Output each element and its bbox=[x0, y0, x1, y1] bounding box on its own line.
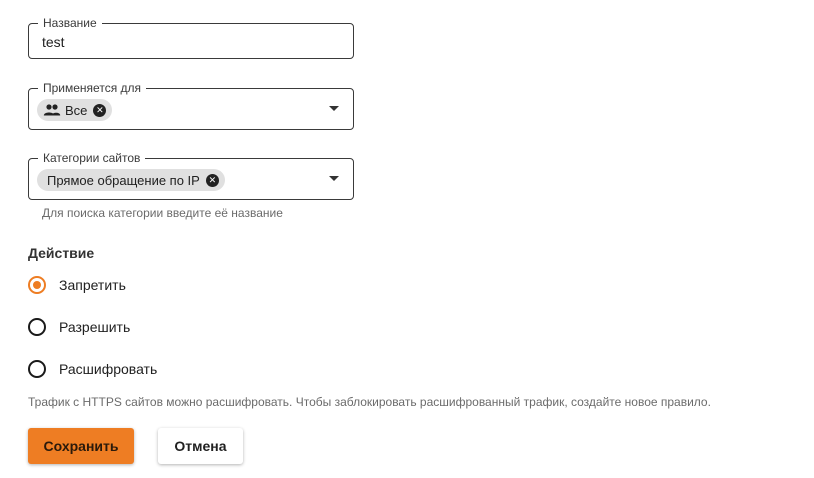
action-title: Действие bbox=[28, 245, 95, 261]
radio-allow[interactable]: Разрешить bbox=[28, 318, 130, 336]
remove-chip-icon[interactable]: ✕ bbox=[205, 173, 219, 187]
radio-deny[interactable]: Запретить bbox=[28, 276, 126, 294]
applies-to-chip-label: Все bbox=[65, 102, 88, 118]
radio-button-checked[interactable] bbox=[28, 276, 46, 294]
site-categories-select[interactable]: Категории сайтов Прямое обращение по IP … bbox=[28, 151, 354, 200]
radio-label: Разрешить bbox=[59, 319, 131, 335]
site-categories-helper: Для поиска категории введите её название bbox=[42, 206, 283, 220]
save-button[interactable]: Сохранить bbox=[28, 428, 134, 464]
applies-to-select[interactable]: Применяется для Все ✕ bbox=[28, 81, 354, 130]
chevron-down-icon[interactable] bbox=[329, 106, 339, 111]
site-category-chip-label: Прямое обращение по IP bbox=[47, 172, 200, 188]
site-category-chip[interactable]: Прямое обращение по IP ✕ bbox=[37, 169, 225, 191]
radio-button[interactable] bbox=[28, 360, 46, 378]
name-field-label: Название bbox=[38, 16, 102, 30]
radio-button[interactable] bbox=[28, 318, 46, 336]
remove-chip-icon[interactable]: ✕ bbox=[93, 103, 107, 117]
radio-decrypt[interactable]: Расшифровать bbox=[28, 360, 157, 378]
site-categories-label: Категории сайтов bbox=[38, 151, 146, 165]
radio-label: Расшифровать bbox=[59, 361, 158, 377]
name-field[interactable]: Название test bbox=[28, 16, 354, 59]
name-field-value[interactable]: test bbox=[42, 34, 65, 50]
cancel-button[interactable]: Отмена bbox=[158, 428, 243, 464]
chevron-down-icon[interactable] bbox=[329, 176, 339, 181]
people-icon bbox=[43, 104, 61, 116]
applies-to-label: Применяется для bbox=[38, 81, 147, 95]
applies-to-chip[interactable]: Все ✕ bbox=[37, 99, 113, 121]
radio-label: Запретить bbox=[59, 277, 126, 293]
https-note: Трафик с HTTPS сайтов можно расшифровать… bbox=[28, 395, 711, 409]
